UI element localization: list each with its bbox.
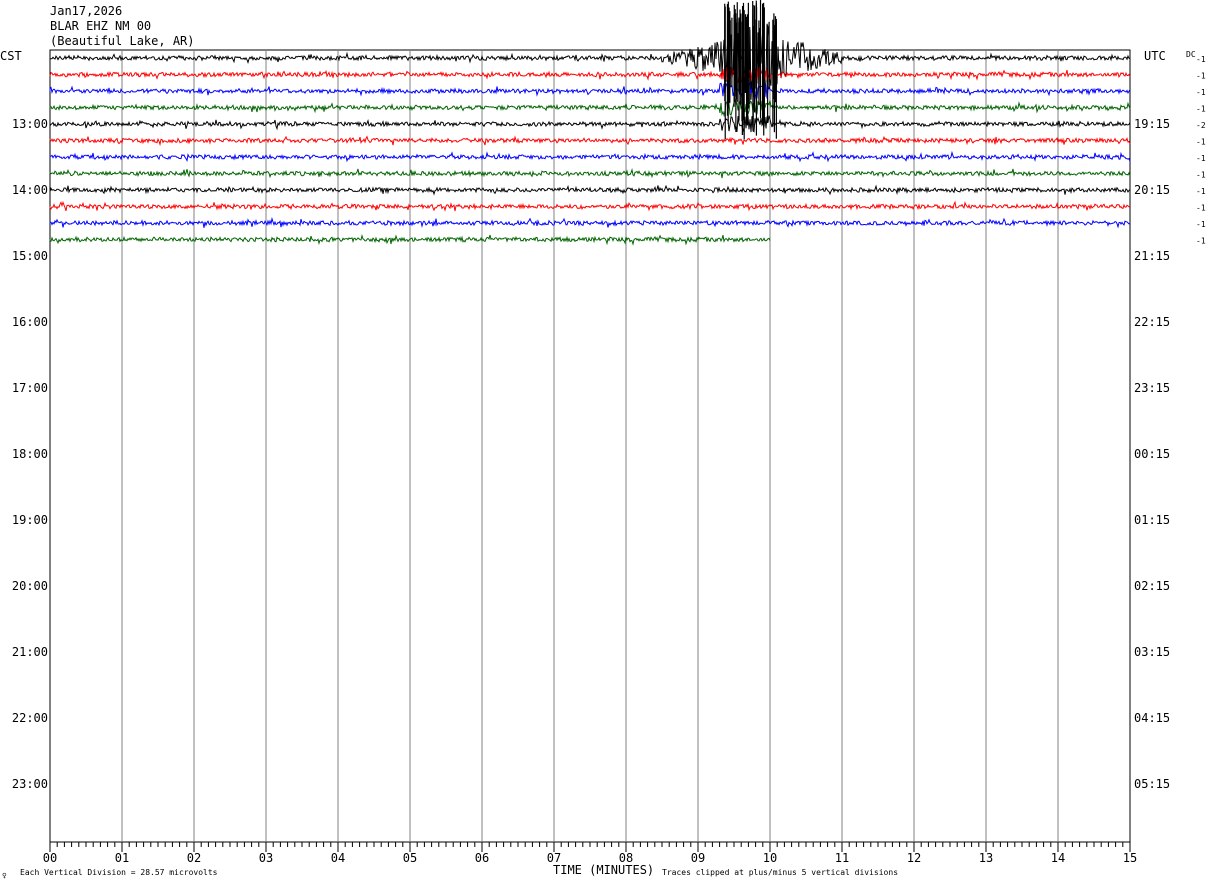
header-location: (Beautiful Lake, AR) bbox=[50, 34, 195, 48]
trace-group bbox=[49, 0, 1131, 246]
trace-8 bbox=[49, 184, 1131, 196]
dc-value: -1 bbox=[1196, 187, 1206, 196]
utc-hour-label: 20:15 bbox=[1134, 183, 1170, 197]
header-date: Jan17,2026 bbox=[50, 4, 122, 18]
dc-value: -2 bbox=[1196, 121, 1206, 130]
x-tick-label: 06 bbox=[475, 851, 489, 865]
left-axis-label: CST bbox=[0, 49, 22, 63]
dc-value: -1 bbox=[1196, 55, 1206, 64]
seismogram-chart: Jan17,2026 BLAR EHZ NM 00 (Beautiful Lak… bbox=[0, 0, 1206, 880]
cst-hour-label: 22:00 bbox=[12, 711, 48, 725]
dc-value: -1 bbox=[1196, 105, 1206, 114]
trace-2 bbox=[49, 81, 1131, 100]
x-tick-label: 05 bbox=[403, 851, 417, 865]
x-tick-label: 15 bbox=[1123, 851, 1137, 865]
minute-ticks bbox=[49, 842, 1131, 852]
trace-5 bbox=[49, 135, 1131, 147]
trace-1 bbox=[49, 66, 1131, 84]
x-tick-label: 12 bbox=[907, 851, 921, 865]
x-tick-label: 13 bbox=[979, 851, 993, 865]
cst-hour-label: 21:00 bbox=[12, 645, 48, 659]
dc-value: -1 bbox=[1196, 138, 1206, 147]
trace-9 bbox=[49, 200, 1131, 212]
cst-hour-label: 13:00 bbox=[12, 117, 48, 131]
x-tick-label: 00 bbox=[43, 851, 57, 865]
dc-value: -1 bbox=[1196, 154, 1206, 163]
utc-hour-label: 05:15 bbox=[1134, 777, 1170, 791]
cst-hour-label: 17:00 bbox=[12, 381, 48, 395]
hour-labels: 13:00 19:15 14:00 20:15 15:00 21:15 16:00 22:15… bbox=[12, 117, 1170, 791]
plot-frame bbox=[49, 49, 1131, 843]
dc-label: DC bbox=[1186, 50, 1196, 59]
trace-7 bbox=[49, 167, 1131, 179]
trace-10 bbox=[49, 216, 1131, 229]
dc-value: -1 bbox=[1196, 204, 1206, 213]
x-tick-label: 04 bbox=[331, 851, 345, 865]
utc-hour-label: 19:15 bbox=[1134, 117, 1170, 131]
utc-hour-label: 22:15 bbox=[1134, 315, 1170, 329]
cst-hour-label: 15:00 bbox=[12, 249, 48, 263]
cst-hour-label: 14:00 bbox=[12, 183, 48, 197]
utc-hour-label: 00:15 bbox=[1134, 447, 1170, 461]
seismogram-page: Jan17,2026 BLAR EHZ NM 00 (Beautiful Lak… bbox=[0, 0, 1210, 886]
dc-value: -1 bbox=[1196, 88, 1206, 97]
dc-value: -1 bbox=[1196, 171, 1206, 180]
x-tick-label: 11 bbox=[835, 851, 849, 865]
dc-value: -1 bbox=[1196, 72, 1206, 81]
trace-4 bbox=[49, 115, 1131, 133]
trace-3 bbox=[49, 99, 1131, 118]
x-tick-label: 09 bbox=[691, 851, 705, 865]
utc-hour-label: 21:15 bbox=[1134, 249, 1170, 263]
x-tick-label: 03 bbox=[259, 851, 273, 865]
dc-value: -1 bbox=[1196, 220, 1206, 229]
right-axis-label: UTC bbox=[1144, 49, 1166, 63]
x-tick-label: 14 bbox=[1051, 851, 1065, 865]
division-note: Each Vertical Division = 28.57 microvolt… bbox=[20, 868, 218, 877]
x-tick-label: 02 bbox=[187, 851, 201, 865]
header-station: BLAR EHZ NM 00 bbox=[50, 19, 151, 33]
utc-hour-label: 04:15 bbox=[1134, 711, 1170, 725]
trace-6 bbox=[49, 150, 1131, 163]
cst-hour-label: 16:00 bbox=[12, 315, 48, 329]
utc-hour-label: 23:15 bbox=[1134, 381, 1170, 395]
utc-hour-label: 02:15 bbox=[1134, 579, 1170, 593]
x-tick-label: 10 bbox=[763, 851, 777, 865]
utc-hour-label: 01:15 bbox=[1134, 513, 1170, 527]
x-tick-label: 01 bbox=[115, 851, 129, 865]
cst-hour-label: 19:00 bbox=[12, 513, 48, 527]
dc-offset-labels: -1 -1 -1 -1 -2 -1 -1 -1 -1 -1 -1 -1 bbox=[1196, 55, 1206, 246]
minute-gridlines bbox=[121, 50, 1059, 842]
dc-value: -1 bbox=[1196, 237, 1206, 246]
cst-hour-label: 20:00 bbox=[12, 579, 48, 593]
cst-hour-label: 18:00 bbox=[12, 447, 48, 461]
corner-mark: ♀ bbox=[2, 871, 7, 880]
cst-hour-label: 23:00 bbox=[12, 777, 48, 791]
x-axis-title: TIME (MINUTES) bbox=[553, 863, 654, 877]
utc-hour-label: 03:15 bbox=[1134, 645, 1170, 659]
clip-note: Traces clipped at plus/minus 5 vertical … bbox=[662, 868, 898, 877]
